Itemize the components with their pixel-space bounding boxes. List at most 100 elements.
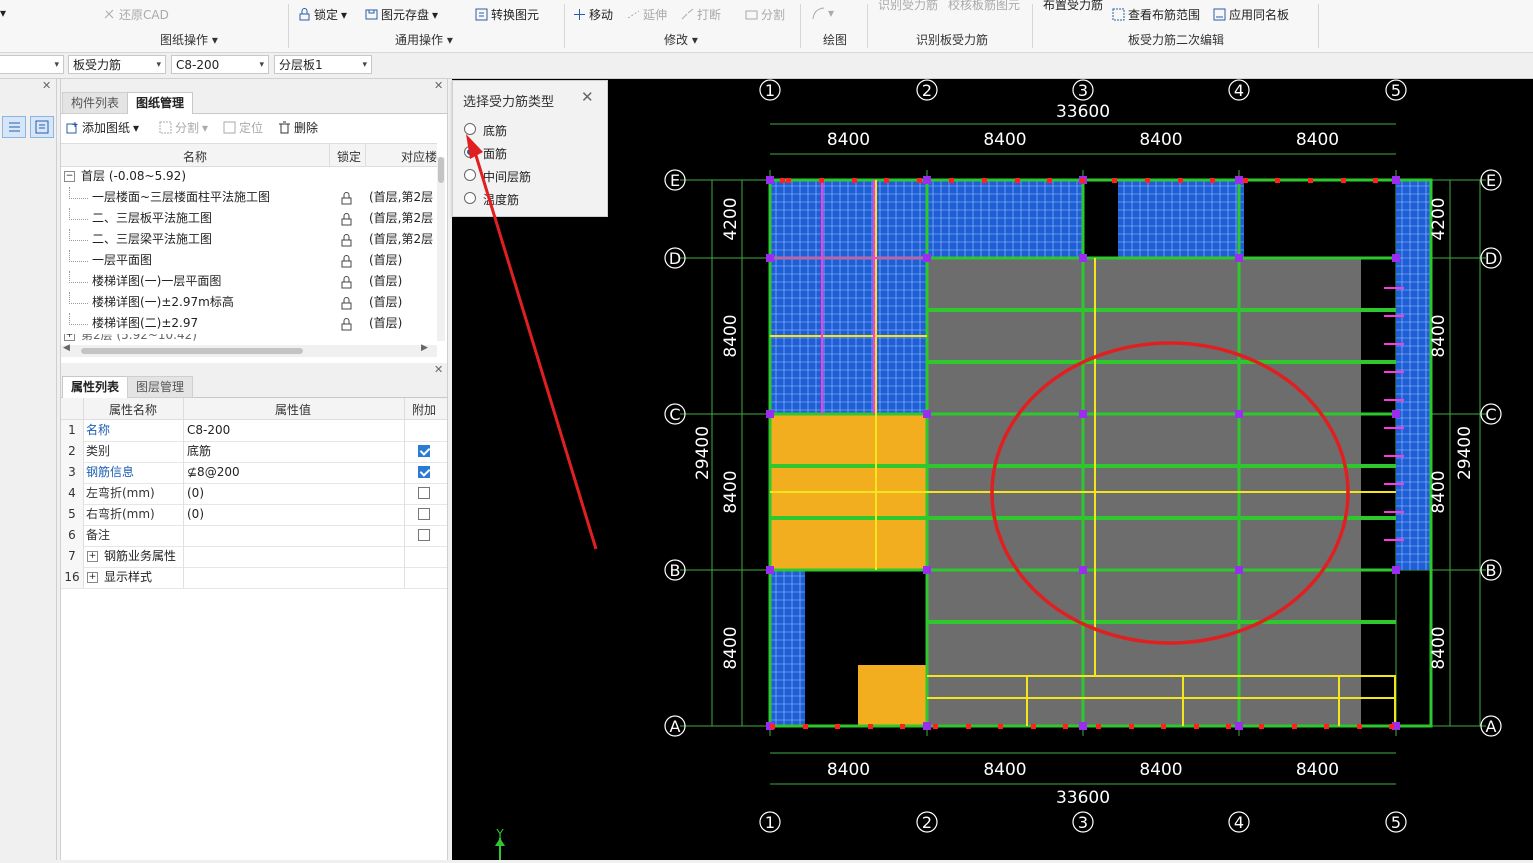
drawing-row[interactable]: 二、三层板平法施工图 (首层,第2层 [61, 208, 437, 229]
rebar-mark [966, 724, 971, 729]
tab-drawings[interactable]: 图纸管理 [127, 92, 194, 114]
drawing-row[interactable]: 楼梯详图(二)±2.97 (首层) [61, 313, 437, 334]
modify-group[interactable]: 修改 ▾ [664, 31, 698, 48]
property-value[interactable]: ⊈8@200 [187, 462, 240, 483]
tab-layers[interactable]: 图层管理 [127, 376, 194, 398]
attach-checkbox[interactable] [418, 445, 430, 457]
floor-plan-drawing[interactable]: 1 1 2 2 3 3 4 4 5 5 E E D D C C B B A A 33600 33600 8400 8400 84… [452, 79, 1533, 860]
dim-span-right: 8400 [1429, 626, 1449, 669]
extend-button[interactable]: 延伸 [627, 6, 667, 23]
add-drawing-icon [66, 121, 79, 134]
component-select[interactable]: C8-200 ▾ [171, 55, 269, 74]
convert-element-button[interactable]: 转换图元 [475, 6, 539, 23]
drawing-row[interactable]: 一层平面图 (首层) [61, 250, 437, 271]
axis-label: 5 [1391, 81, 1401, 100]
drawing-floor: (首层) [369, 316, 403, 330]
drawing-name: 二、三层梁平法施工图 [92, 232, 213, 246]
view-range-button[interactable]: 查看布筋范围 [1112, 6, 1200, 23]
dim-span-bottom: 8400 [983, 760, 1026, 780]
radio-button[interactable] [464, 192, 476, 204]
row-number: 7 [61, 546, 83, 567]
rebar-mark [1063, 724, 1068, 729]
drawing-row[interactable]: 一层楼面~三层楼面柱平法施工图 (首层,第2层 [61, 187, 437, 208]
restore-cad-button[interactable]: 还原CAD [103, 6, 169, 23]
drawing-row[interactable]: 楼梯详图(一)一层平面图 (首层) [61, 271, 437, 292]
lock-button[interactable]: 锁定 ▾ [298, 6, 347, 23]
place-rebar-button[interactable]: 布置受力筋 [1043, 0, 1103, 13]
h-scrollbar[interactable]: ◀ ▶ [61, 343, 437, 357]
column [766, 176, 774, 184]
expand-icon[interactable]: + [87, 572, 98, 583]
property-name: 左弯折(mm) [86, 486, 155, 500]
tab-properties[interactable]: 属性列表 [62, 376, 129, 398]
column [1079, 410, 1087, 418]
drawing-row[interactable]: 二、三层梁平法施工图 (首层,第2层 [61, 229, 437, 250]
store-element-button[interactable]: 图元存盘 ▾ [365, 6, 438, 23]
delete-drawing-button[interactable]: 删除 [278, 119, 318, 136]
drawing-floor: (首层) [369, 253, 403, 267]
close-icon[interactable]: ✕ [42, 79, 51, 92]
ribbon-overflow[interactable]: ▾ [0, 6, 6, 20]
axis-label: 4 [1234, 81, 1244, 100]
dim-span-right: 8400 [1429, 470, 1449, 513]
identify-rebar-button[interactable]: 识别受力筋 [878, 0, 938, 13]
split-button[interactable]: 分割 [745, 6, 785, 23]
drawing-ops-group[interactable]: 图纸操作 ▾ [160, 31, 218, 48]
general-ops-group[interactable]: 通用操作 ▾ [395, 31, 453, 48]
property-value[interactable]: 底筋 [187, 441, 211, 462]
tree-group-first-floor[interactable]: − 首层 (-0.08~5.92) [61, 166, 437, 187]
property-row[interactable]: 4 左弯折(mm) (0) [61, 483, 447, 505]
attach-checkbox[interactable] [418, 466, 430, 478]
layer-select[interactable]: 分层板1 ▾ [274, 55, 372, 74]
floor-select[interactable]: ▾ [0, 55, 64, 74]
expand-icon[interactable]: + [87, 551, 98, 562]
trash-icon [278, 121, 291, 134]
property-value[interactable]: (0) [187, 504, 204, 525]
column [1392, 176, 1400, 184]
property-row[interactable]: 6 备注 [61, 525, 447, 547]
attach-checkbox[interactable] [418, 508, 430, 520]
tree-group-second-floor[interactable]: + 第2层 (5.92~10.42) [61, 334, 437, 344]
cad-canvas[interactable]: 1 1 2 2 3 3 4 4 5 5 E E D D C C B B A A 33600 33600 8400 8400 84… [452, 79, 1533, 860]
column [923, 176, 931, 184]
property-value[interactable]: C8-200 [187, 420, 230, 441]
drawing-row[interactable]: 楼梯详图(一)±2.97m标高 (首层) [61, 292, 437, 313]
move-button[interactable]: 移动 [573, 6, 613, 23]
attach-checkbox[interactable] [418, 529, 430, 541]
rebar-mark [1226, 724, 1231, 729]
row-number: 4 [61, 483, 83, 504]
list-view-icon[interactable] [2, 116, 26, 138]
v-scrollbar[interactable] [437, 157, 445, 341]
column [766, 254, 774, 262]
split-drawing-button[interactable]: 分割 ▾ [159, 119, 208, 136]
axis-label: E [670, 171, 680, 190]
property-row[interactable]: 16 + 显示样式 [61, 567, 447, 589]
check-rebar-button[interactable]: 校核板筋图元 [948, 0, 1020, 13]
locate-button[interactable]: 定位 [223, 119, 263, 136]
apply-same-button[interactable]: 应用同名板 [1213, 6, 1289, 23]
detail-view-icon[interactable] [30, 116, 54, 138]
attach-checkbox[interactable] [418, 487, 430, 499]
dim-span-top: 8400 [983, 130, 1026, 150]
radio-button[interactable] [464, 123, 476, 135]
draw-arc-button[interactable]: ▾ [812, 6, 834, 20]
property-row[interactable]: 3 钢筋信息 ⊈8@200 [61, 462, 447, 484]
radio-button[interactable] [464, 146, 476, 158]
property-value[interactable]: (0) [187, 483, 204, 504]
drawing-floor: (首层,第2层 [369, 232, 434, 246]
type-select[interactable]: 板受力筋 ▾ [68, 55, 166, 74]
tab-components[interactable]: 构件列表 [62, 92, 129, 114]
dialog-close-icon[interactable]: ✕ [581, 88, 594, 106]
break-button[interactable]: 打断 [681, 6, 721, 23]
property-row[interactable]: 7 + 钢筋业务属性 [61, 546, 447, 568]
radio-button[interactable] [464, 169, 476, 181]
property-row[interactable]: 2 类别 底筋 [61, 441, 447, 463]
column [923, 254, 931, 262]
property-row[interactable]: 1 名称 C8-200 [61, 420, 447, 442]
collapse-icon[interactable]: − [64, 171, 75, 182]
axis-label: 1 [765, 81, 775, 100]
add-drawing-button[interactable]: 添加图纸 ▾ [66, 119, 139, 136]
dim-total-bottom: 33600 [1056, 788, 1110, 808]
property-row[interactable]: 5 右弯折(mm) (0) [61, 504, 447, 526]
axis-label: 4 [1234, 813, 1244, 832]
